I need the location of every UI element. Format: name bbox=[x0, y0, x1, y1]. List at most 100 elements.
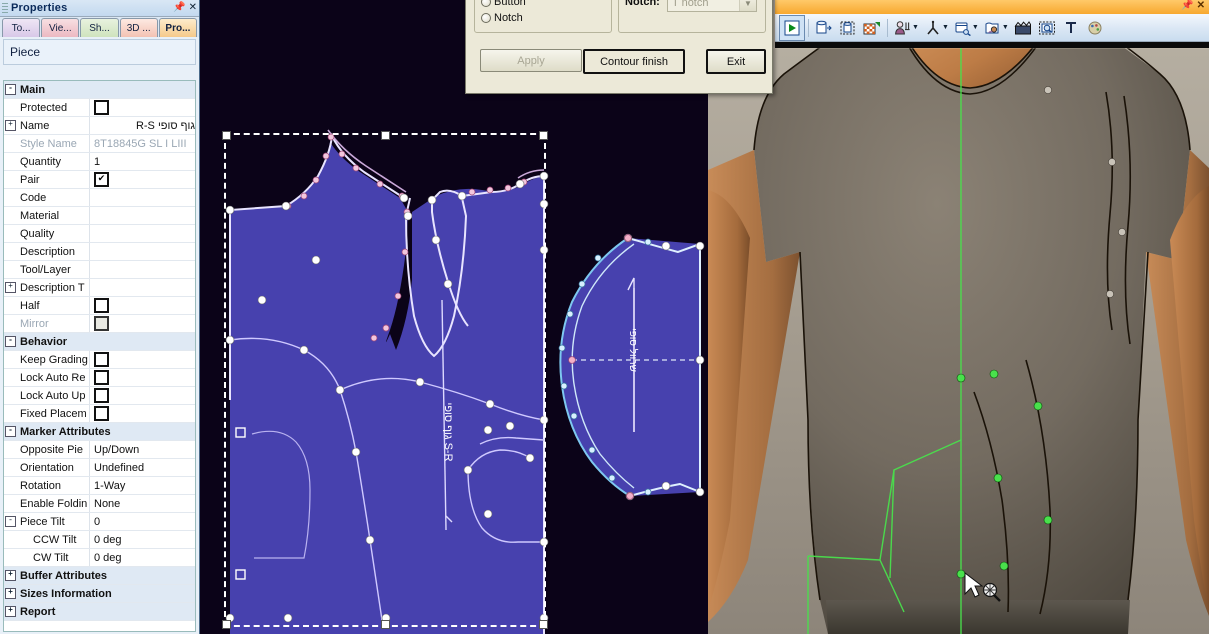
property-group-behavior[interactable]: - Behavior bbox=[4, 333, 195, 351]
property-group-sizes-information[interactable]: + Sizes Information bbox=[4, 585, 195, 603]
property-value[interactable] bbox=[89, 207, 195, 224]
notch-type-dropdown[interactable]: T notch ▼ bbox=[667, 0, 757, 12]
property-value[interactable]: 0 deg bbox=[89, 531, 195, 548]
checkbox-unchecked-icon[interactable] bbox=[94, 370, 109, 385]
resize-handle-ne[interactable] bbox=[539, 131, 548, 140]
property-value[interactable] bbox=[89, 387, 195, 404]
property-value[interactable]: 8T18845G SL I LIII bbox=[89, 135, 195, 152]
chevron-down-icon[interactable]: ▼ bbox=[739, 0, 756, 11]
property-row-enable-foldin[interactable]: Enable Foldin None bbox=[4, 495, 195, 513]
text-annotation-icon[interactable] bbox=[1059, 16, 1083, 40]
resize-handle-sw[interactable] bbox=[222, 620, 231, 629]
exit-button[interactable]: Exit bbox=[706, 49, 766, 74]
property-value[interactable]: ✔ bbox=[89, 171, 195, 188]
property-value[interactable] bbox=[89, 261, 195, 278]
property-row-description[interactable]: Description bbox=[4, 243, 195, 261]
property-value[interactable] bbox=[89, 405, 195, 422]
property-group-buffer-attributes[interactable]: + Buffer Attributes bbox=[4, 567, 195, 585]
property-value[interactable]: 1-Way bbox=[89, 477, 195, 494]
property-group-main[interactable]: - Main bbox=[4, 81, 195, 99]
pin-icon[interactable]: 📌 bbox=[173, 3, 185, 13]
group-expander[interactable]: - bbox=[4, 333, 17, 350]
fabric-assign-icon[interactable] bbox=[981, 16, 1005, 40]
property-row-name[interactable]: + Name גוף סופי S-R bbox=[4, 117, 195, 135]
property-row-mirror[interactable]: Mirror bbox=[4, 315, 195, 333]
row-expander[interactable]: - bbox=[4, 513, 17, 530]
toolbar-window-controls[interactable]: 📌 ✕ bbox=[1181, 0, 1205, 11]
property-group-marker-attributes[interactable]: - Marker Attributes bbox=[4, 423, 195, 441]
property-value[interactable]: גוף סופי S-R bbox=[89, 117, 195, 134]
group-expander[interactable]: - bbox=[4, 81, 17, 98]
property-value[interactable] bbox=[89, 99, 195, 116]
property-row-lock-auto-re[interactable]: Lock Auto Re bbox=[4, 369, 195, 387]
tab-3d[interactable]: 3D ... bbox=[119, 18, 158, 37]
group-expander[interactable]: + bbox=[4, 585, 17, 602]
property-value[interactable] bbox=[89, 315, 195, 332]
properties-grid[interactable]: - Main Protected + Name גוף סופי S-R Style Nam… bbox=[3, 80, 196, 632]
property-value[interactable] bbox=[89, 369, 195, 386]
tab-tools[interactable]: To... bbox=[2, 18, 41, 37]
property-value[interactable]: Up/Down bbox=[89, 441, 195, 458]
property-row-description-t[interactable]: + Description T bbox=[4, 279, 195, 297]
group-expander[interactable]: - bbox=[4, 423, 17, 440]
property-row-lock-auto-up[interactable]: Lock Auto Up bbox=[4, 387, 195, 405]
property-row-ccw-tilt[interactable]: CCW Tilt 0 deg bbox=[4, 531, 195, 549]
property-value[interactable]: Undefined bbox=[89, 459, 195, 476]
property-value[interactable] bbox=[89, 351, 195, 368]
group-expander[interactable]: + bbox=[4, 603, 17, 620]
property-value[interactable] bbox=[89, 189, 195, 206]
apply-button[interactable]: Apply bbox=[480, 49, 582, 72]
property-value[interactable] bbox=[89, 279, 195, 296]
property-row-tool-layer[interactable]: Tool/Layer bbox=[4, 261, 195, 279]
contour-finish-button[interactable]: Contour finish bbox=[583, 49, 685, 74]
radio-button-option[interactable]: Button bbox=[481, 0, 526, 8]
animation-clapper-icon[interactable] bbox=[1011, 16, 1035, 40]
avatar-pose-icon[interactable] bbox=[921, 16, 945, 40]
property-row-rotation[interactable]: Rotation 1-Way bbox=[4, 477, 195, 495]
radio-notch-option[interactable]: Notch bbox=[481, 12, 523, 24]
3d-toolbar[interactable]: ▼ ▼ ▼ ▼ bbox=[775, 14, 1209, 42]
garment-3d-preview[interactable] bbox=[708, 0, 1209, 634]
tab-view[interactable]: Vie... bbox=[41, 18, 80, 37]
row-expander[interactable]: + bbox=[4, 117, 17, 134]
render-preview-icon[interactable] bbox=[1035, 16, 1059, 40]
property-value[interactable]: 1 bbox=[89, 153, 195, 170]
property-row-style-name[interactable]: Style Name 8T18845G SL I LIII bbox=[4, 135, 195, 153]
color-palette-icon[interactable] bbox=[1083, 16, 1107, 40]
close-icon[interactable]: ✕ bbox=[189, 3, 197, 13]
tab-properties[interactable]: Pro... bbox=[158, 18, 198, 37]
drag-grip-icon[interactable] bbox=[2, 3, 8, 13]
avatar-settings-icon[interactable] bbox=[891, 16, 915, 40]
property-value[interactable] bbox=[89, 243, 195, 260]
property-row-keep-grading[interactable]: Keep Grading bbox=[4, 351, 195, 369]
checkbox-unchecked-icon[interactable] bbox=[94, 298, 109, 313]
property-row-code[interactable]: Code bbox=[4, 189, 195, 207]
property-row-quantity[interactable]: Quantity 1 bbox=[4, 153, 195, 171]
property-row-opposite-pie[interactable]: Opposite Pie Up/Down bbox=[4, 441, 195, 459]
group-expander[interactable]: + bbox=[4, 567, 17, 584]
resize-handle-n[interactable] bbox=[381, 131, 390, 140]
row-expander[interactable]: + bbox=[4, 279, 17, 296]
property-row-material[interactable]: Material bbox=[4, 207, 195, 225]
property-value[interactable] bbox=[89, 225, 195, 242]
property-row-protected[interactable]: Protected bbox=[4, 99, 195, 117]
play-simulation-icon[interactable] bbox=[779, 14, 805, 41]
property-row-half[interactable]: Half bbox=[4, 297, 195, 315]
property-row-cw-tilt[interactable]: CW Tilt 0 deg bbox=[4, 549, 195, 567]
property-value[interactable]: 0 deg bbox=[89, 549, 195, 566]
cylinder-piece-icon[interactable] bbox=[812, 16, 836, 40]
resize-handle-s[interactable] bbox=[381, 620, 390, 629]
checkbox-unchecked-icon[interactable] bbox=[94, 406, 109, 421]
property-value[interactable]: None bbox=[89, 495, 195, 512]
pattern-canvas[interactable]: גוף סופי S-R שרוול סופי bbox=[200, 0, 708, 634]
checkbox-unchecked-icon[interactable] bbox=[94, 352, 109, 367]
property-value[interactable]: 0 bbox=[89, 513, 195, 530]
drape-tools-icon[interactable] bbox=[951, 16, 975, 40]
checkbox-unchecked-icon[interactable] bbox=[94, 316, 109, 331]
resize-handle-se[interactable] bbox=[539, 620, 548, 629]
checkbox-unchecked-icon[interactable] bbox=[94, 100, 109, 115]
resize-handle-nw[interactable] bbox=[222, 131, 231, 140]
checkbox-unchecked-icon[interactable] bbox=[94, 388, 109, 403]
selection-bounding-box[interactable] bbox=[222, 131, 548, 629]
select-region-icon[interactable] bbox=[836, 16, 860, 40]
